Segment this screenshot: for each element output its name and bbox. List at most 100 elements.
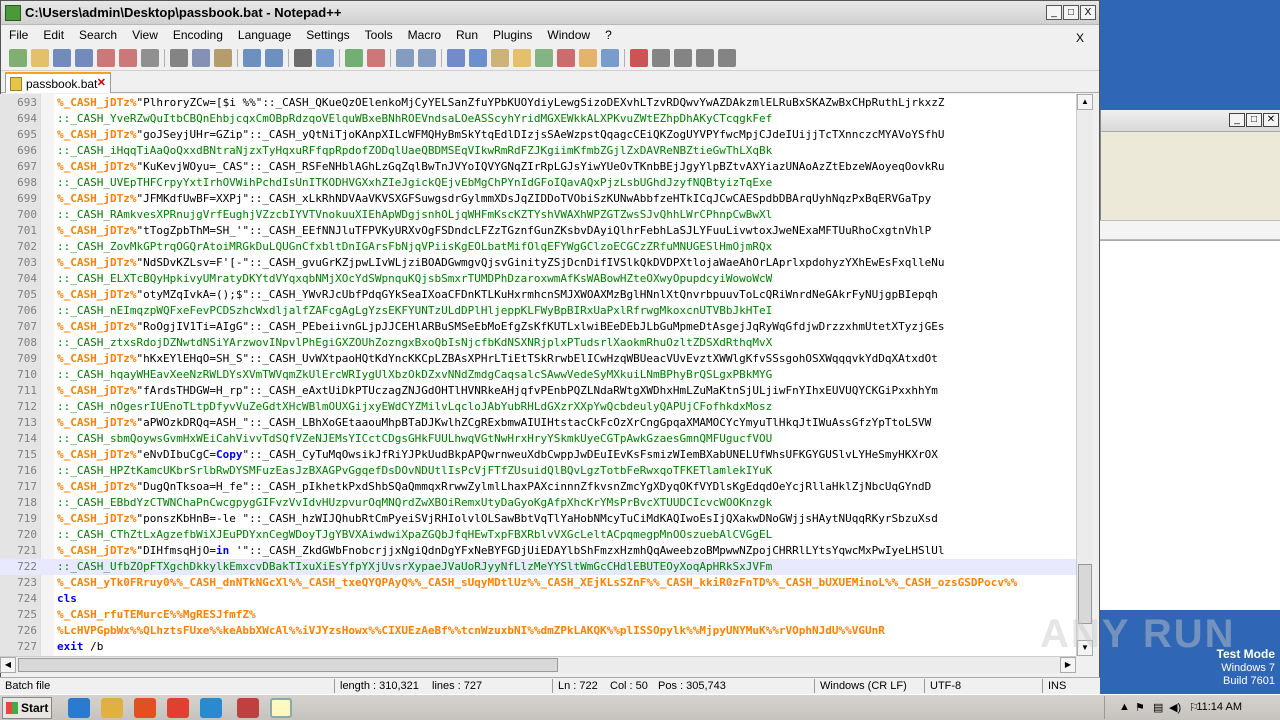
zoom-out-icon[interactable]	[367, 49, 385, 67]
code-line[interactable]: 708::_CASH_ztxsRdojDZNwtdNSiYArzwovINpvl…	[0, 335, 1076, 351]
code-line[interactable]: 715 %_CASH_jDTz%"eNvDIbuCgC=Copy"::_CASH_…	[0, 447, 1076, 463]
edge-icon[interactable]	[200, 698, 222, 718]
paste-icon[interactable]	[214, 49, 232, 67]
sync-v-icon[interactable]	[396, 49, 414, 67]
tab-passbook-bat[interactable]: passbook.bat ✕	[5, 72, 111, 93]
menu-macro[interactable]: Macro	[400, 25, 448, 42]
menu-plugins[interactable]: Plugins	[485, 25, 539, 42]
tab-close-icon[interactable]: ✕	[97, 76, 106, 89]
code-line[interactable]: 707 %_CASH_jDTz%"RoOgjIV1Ti=AIgG"::_CASH_…	[0, 319, 1076, 335]
code-line[interactable]: 700::_CASH_RAmkvesXPRnujgVrfEughjVZzcbIY…	[0, 207, 1076, 223]
code-line[interactable]: 699 %_CASH_jDTz%"JFMKdfUwBF=XXPj"::_CASH_…	[0, 191, 1076, 207]
new-icon[interactable]	[9, 49, 27, 67]
code-line[interactable]: 726 %LcHVPGpbWx%%QLhztsFUxe%%keAbbXWcAl%%…	[0, 623, 1076, 639]
scroll-up-icon[interactable]: ▲	[1077, 94, 1093, 110]
titlebar[interactable]: C:\Users\admin\Desktop\passbook.bat - No…	[1, 1, 1099, 25]
code-line[interactable]: 695 %_CASH_jDTz%"goJSeyjUHr=GZip"::_CASH_…	[0, 127, 1076, 143]
print-icon[interactable]	[141, 49, 159, 67]
code-line[interactable]: 723 %_CASH_yTk0FRruy0%%_CASH_dnNTkNGcXl%%…	[0, 575, 1076, 591]
code-line[interactable]: 703 %_CASH_jDTz%"NdSDvKZLsv=F'[-"::_CASH_…	[0, 255, 1076, 271]
menu-window[interactable]: Window	[539, 25, 597, 42]
all-chars-icon[interactable]	[469, 49, 487, 67]
cut-icon[interactable]	[170, 49, 188, 67]
menu-run[interactable]: Run	[448, 25, 485, 42]
undo-icon[interactable]	[243, 49, 261, 67]
code-line[interactable]: 727 exit /b	[0, 639, 1076, 655]
tray-volume-icon[interactable]: ◀)	[1169, 701, 1181, 714]
close-icon[interactable]: ✕	[1263, 113, 1279, 127]
menu-edit[interactable]: Edit	[35, 25, 71, 42]
code-line[interactable]: 701 %_CASH_jDTz%"tTogZpbThM=SH_'"::_CASH_…	[0, 223, 1076, 239]
menu-view[interactable]: View	[124, 25, 165, 42]
scroll-right-icon[interactable]: ▶	[1060, 657, 1076, 673]
code-line[interactable]: 721 %_CASH_jDTz%"DIHfmsqHjO=in '"::_CASH_…	[0, 543, 1076, 559]
sync-h-icon[interactable]	[418, 49, 436, 67]
code-line[interactable]: 716::_CASH_HPZtKamcUKbrSrlbRwDYSMFuzEasJ…	[0, 463, 1076, 479]
code-line[interactable]: 696::_CASH_iHqqTiAaQoQxxdBNtraNjzxTyHqxu…	[0, 143, 1076, 159]
folder-workspace-icon[interactable]	[579, 49, 597, 67]
notepadpp-icon[interactable]	[270, 698, 292, 718]
tray-network-icon[interactable]: ▤	[1153, 701, 1163, 714]
code-line[interactable]: 713 %_CASH_jDTz%"aPWOzkDRQq=ASH_"::_CASH_…	[0, 415, 1076, 431]
doc-map-icon[interactable]	[535, 49, 553, 67]
open-icon[interactable]	[31, 49, 49, 67]
code-line[interactable]: 718::_CASH_EBbdYzCTWNChaPnCwcgpygGIFvzVv…	[0, 495, 1076, 511]
record-icon[interactable]	[630, 49, 648, 67]
code-line[interactable]: 698::_CASH_UVEpTHFCrpyYxtIrhOVWihPchdIsU…	[0, 175, 1076, 191]
horizontal-scroll-thumb[interactable]	[18, 658, 558, 672]
redo-icon[interactable]	[265, 49, 283, 67]
replace-icon[interactable]	[316, 49, 334, 67]
code-line[interactable]: 724 cls	[0, 591, 1076, 607]
menu-help[interactable]: ?	[597, 25, 619, 42]
close-document-button[interactable]: X	[1068, 28, 1091, 45]
code-line[interactable]: 719 %_CASH_jDTz%"ponszKbHnB=-le "::_CASH_…	[0, 511, 1076, 527]
save-icon[interactable]	[53, 49, 71, 67]
menu-settings[interactable]: Settings	[298, 25, 356, 42]
stop-icon[interactable]	[652, 49, 670, 67]
indent-guide-icon[interactable]	[491, 49, 509, 67]
scroll-left-icon[interactable]: ◀	[0, 657, 16, 673]
code-line[interactable]: 725 %_CASH_rfuTEMurcE%%MgRESJfmfZ%	[0, 607, 1076, 623]
close-all-icon[interactable]	[119, 49, 137, 67]
maximize-button[interactable]: □	[1063, 5, 1079, 20]
play-icon[interactable]	[674, 49, 692, 67]
code-line[interactable]: 693 %_CASH_jDTz%"PlhroryZCw=[$i %%"::_CAS…	[0, 95, 1076, 111]
menu-search[interactable]: Search	[71, 25, 124, 42]
play-multi-icon[interactable]	[696, 49, 714, 67]
tray-expand-icon[interactable]: ▲	[1119, 701, 1130, 713]
wrap-icon[interactable]	[447, 49, 465, 67]
code-line[interactable]: 704::_CASH_ELXTcBQyHpkivyUMratyDKYtdVYqx…	[0, 271, 1076, 287]
code-line[interactable]: 706::_CASH_nEImqzpWQFxeFevPCDSzhcWxdljal…	[0, 303, 1076, 319]
code-line[interactable]: 694::_CASH_YveRZwQuItbCBQnEhbjcqxCmOBpRd…	[0, 111, 1076, 127]
menu-file[interactable]: File	[1, 25, 35, 42]
zoom-in-icon[interactable]	[345, 49, 363, 67]
save-all-icon[interactable]	[75, 49, 93, 67]
copy-icon[interactable]	[192, 49, 210, 67]
code-line[interactable]: 710::_CASH_hqayWHEavXeeNzRWLDYsXVmTWVqmZ…	[0, 367, 1076, 383]
clock[interactable]: 11:14 AM	[1196, 701, 1242, 713]
func-list-icon[interactable]	[557, 49, 575, 67]
code-line[interactable]: 714::_CASH_sbmQoywsGvmHxWEiCahVivvTdSQfV…	[0, 431, 1076, 447]
code-line[interactable]: 722::_CASH_UfbZOpFTXgchDkkylkEmxcvDBakTI…	[0, 559, 1076, 575]
maximize-icon[interactable]: □	[1246, 113, 1262, 127]
tray-flag-icon[interactable]: ⚑	[1135, 701, 1145, 714]
code-line[interactable]: 711 %_CASH_jDTz%"fArdsTHDGW=H_rp"::_CASH_…	[0, 383, 1076, 399]
code-line[interactable]: 709 %_CASH_jDTz%"hKxEYlEHqO=SH_S"::_CASH_…	[0, 351, 1076, 367]
app-icon[interactable]	[237, 698, 259, 718]
close-button[interactable]: X	[1080, 5, 1096, 20]
explorer-icon[interactable]	[101, 698, 123, 718]
code-line[interactable]: 702::_CASH_ZovMkGPtrqOGQrAtoiMRGkDuLQUGn…	[0, 239, 1076, 255]
menu-encoding[interactable]: Encoding	[165, 25, 230, 42]
code-line[interactable]: 712::_CASH_nOgesrIUEnoTLtpDfyvVuZeGdtXHc…	[0, 399, 1076, 415]
media-player-icon[interactable]	[134, 698, 156, 718]
code-editor[interactable]: 693 %_CASH_jDTz%"PlhroryZCw=[$i %%"::_CAS…	[0, 94, 1076, 656]
minimize-icon[interactable]: _	[1229, 113, 1245, 127]
code-line[interactable]: 717 %_CASH_jDTz%"DugQnTksoa=H_fe"::_CASH_…	[0, 479, 1076, 495]
close-icon[interactable]	[97, 49, 115, 67]
minimize-button[interactable]: _	[1046, 5, 1062, 20]
horizontal-scrollbar[interactable]: ◀ ▶	[0, 656, 1076, 673]
code-line[interactable]: 705 %_CASH_jDTz%"otyMZqIvkA=();$"::_CASH_…	[0, 287, 1076, 303]
menu-language[interactable]: Language	[230, 25, 298, 42]
code-line[interactable]: 720::_CASH_CThZtLxAgzefbWiXJEuPDYxnCegWD…	[0, 527, 1076, 543]
chrome-icon[interactable]	[167, 698, 189, 718]
